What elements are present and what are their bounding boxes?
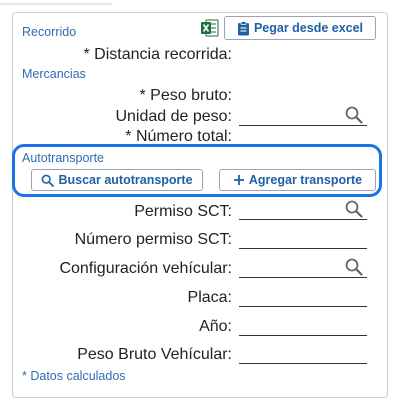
- numero-permiso-sct-label: Número permiso SCT:: [74, 231, 232, 248]
- peso-bruto-vehicular-label: Peso Bruto Vehícular:: [77, 346, 232, 363]
- pegar-desde-excel-button[interactable]: Pegar desde excel: [224, 16, 376, 40]
- excel-icon: [201, 19, 219, 37]
- anio-label: Año:: [199, 318, 232, 335]
- datos-calculados-note: * Datos calculados: [22, 369, 126, 383]
- peso-bruto-label: * Peso bruto:: [139, 87, 233, 104]
- numero-total-label: * Número total:: [125, 128, 232, 143]
- configuracion-vehicular-label: Configuración vehícular:: [59, 260, 232, 277]
- permiso-sct-label: Permiso SCT:: [134, 203, 232, 220]
- search-icon[interactable]: [344, 257, 364, 277]
- placa-field[interactable]: [239, 306, 367, 307]
- numero-permiso-sct-field[interactable]: [239, 248, 367, 249]
- configuracion-vehicular-field[interactable]: [239, 277, 367, 278]
- section-title-mercancias: Mercancias: [22, 67, 86, 81]
- top-divider: [0, 3, 112, 5]
- search-icon[interactable]: [344, 105, 364, 125]
- section-title-recorrido: Recorrido: [22, 25, 77, 39]
- pegar-desde-excel-label: Pegar desde excel: [253, 21, 364, 35]
- search-icon[interactable]: [344, 199, 364, 219]
- peso-bruto-vehicular-field[interactable]: [239, 363, 367, 364]
- unidad-de-peso-field[interactable]: [239, 125, 367, 126]
- clipboard-icon: [237, 20, 250, 36]
- highlight-frame: [12, 144, 382, 197]
- placa-label: Placa:: [187, 289, 232, 306]
- distancia-recorrida-label: * Distancia recorrida:: [83, 46, 233, 63]
- unidad-de-peso-label: Unidad de peso:: [115, 108, 232, 125]
- anio-field[interactable]: [239, 335, 367, 336]
- permiso-sct-field[interactable]: [239, 219, 367, 220]
